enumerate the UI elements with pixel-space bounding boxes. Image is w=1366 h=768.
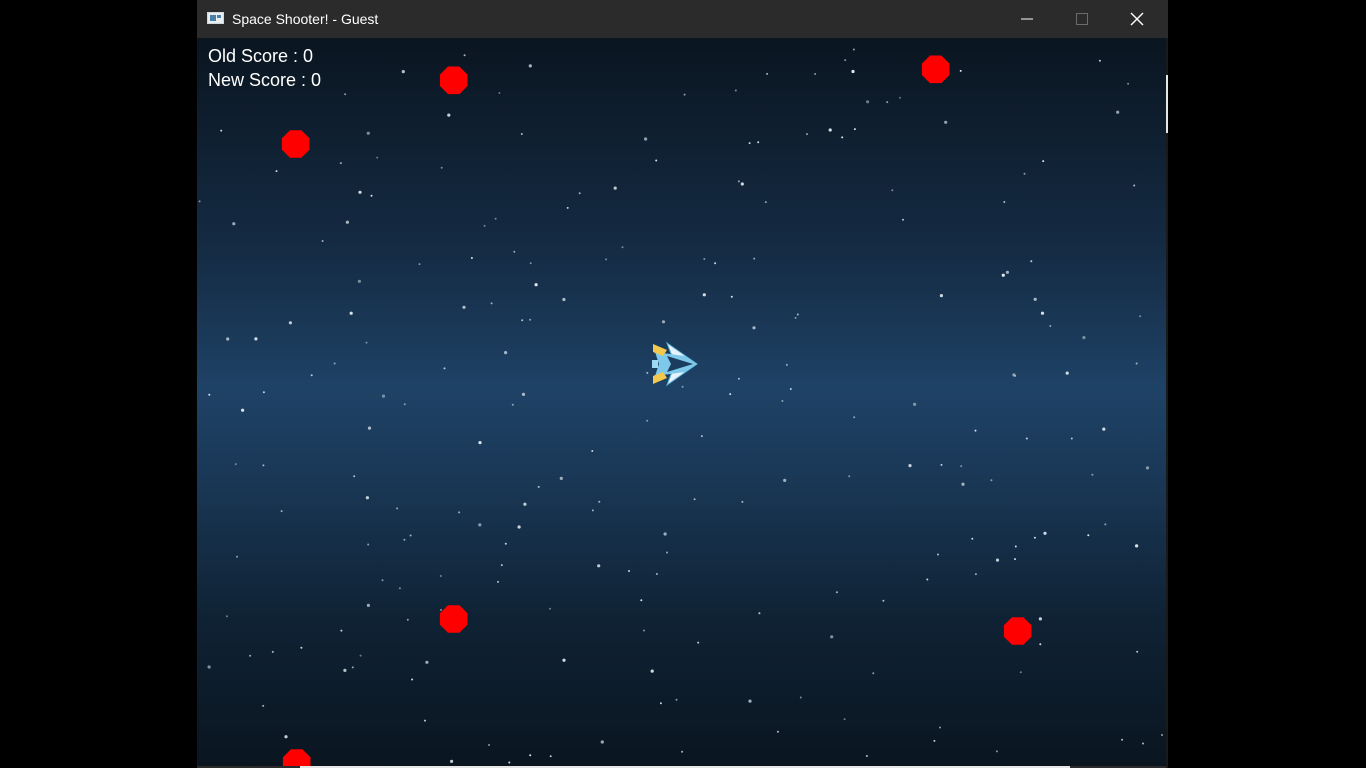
maximize-button[interactable] xyxy=(1059,0,1105,38)
minimize-icon xyxy=(1021,18,1033,20)
vertical-scrollbar-track[interactable] xyxy=(1166,38,1168,768)
game-canvas[interactable]: Old Score : 0 New Score : 0 xyxy=(197,38,1166,766)
player-layer xyxy=(652,341,698,387)
vertical-scrollbar-thumb[interactable] xyxy=(1166,75,1168,133)
title-bar[interactable]: Space Shooter! - Guest xyxy=(197,0,1168,38)
maximize-icon xyxy=(1076,13,1088,25)
window-title: Space Shooter! - Guest xyxy=(232,11,379,27)
close-button[interactable] xyxy=(1114,0,1160,38)
app-icon xyxy=(207,12,224,24)
close-icon xyxy=(1130,12,1144,26)
minimize-button[interactable] xyxy=(1004,0,1050,38)
new-score-label: New Score : 0 xyxy=(208,70,322,90)
game-window: Space Shooter! - Guest Old Score: 0 New… xyxy=(197,0,1168,768)
player-ship xyxy=(652,341,698,387)
old-score-label: Old Score : 0 xyxy=(208,46,314,66)
